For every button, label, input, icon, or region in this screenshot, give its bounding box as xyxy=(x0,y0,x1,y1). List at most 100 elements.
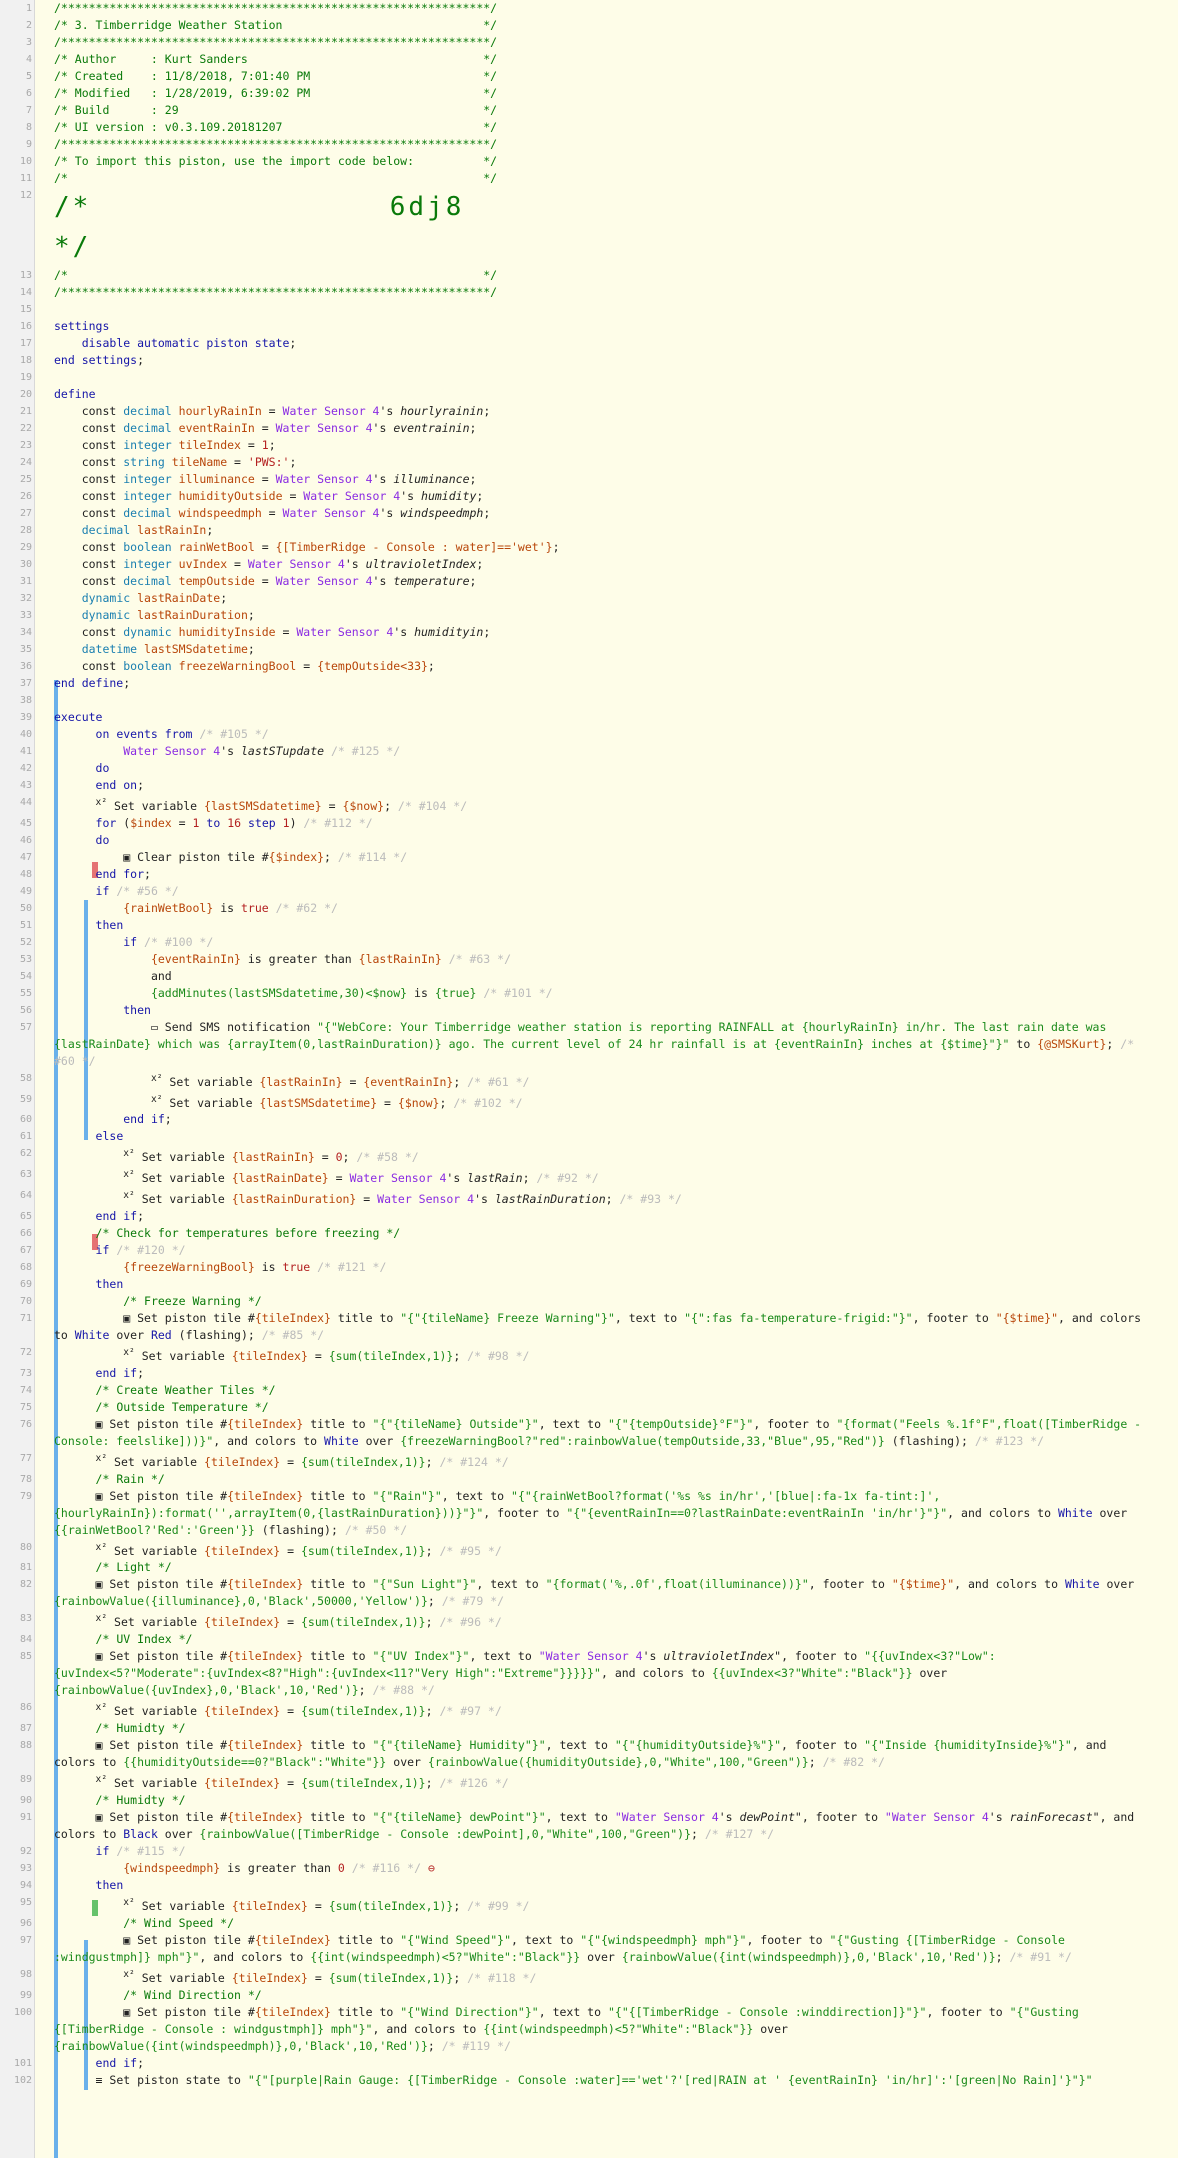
code-text[interactable]: {eventRainIn} is greater than {lastRainI… xyxy=(54,951,1178,968)
code-text[interactable]: x² Set variable {tileIndex} = {sum(tileI… xyxy=(54,1966,1178,1987)
code-text[interactable]: x² Set variable {lastRainDuration} = Wat… xyxy=(54,1187,1178,1208)
code-text[interactable]: decimal lastRainIn; xyxy=(54,522,1178,539)
code-text[interactable]: settings xyxy=(54,318,1178,335)
code-text[interactable]: x² Set variable {tileIndex} = {sum(tileI… xyxy=(54,1894,1178,1915)
code-text[interactable]: /* Check for temperatures before freezin… xyxy=(54,1225,1178,1242)
code-text[interactable]: x² Set variable {lastSMSdatetime} = {$no… xyxy=(54,1091,1178,1112)
code-text[interactable]: /* Freeze Warning */ xyxy=(54,1293,1178,1310)
code-text[interactable]: const decimal windspeedmph = Water Senso… xyxy=(54,505,1178,522)
code-text[interactable]: if /* #56 */ xyxy=(54,883,1178,900)
code-text[interactable]: {rainWetBool} is true /* #62 */ xyxy=(54,900,1178,917)
code-text[interactable]: ▣ Clear piston tile #{$index}; /* #114 *… xyxy=(54,849,1178,866)
code-text[interactable]: ≡ Set piston state to "{"[purple|Rain Ga… xyxy=(54,2072,1178,2089)
code-text[interactable]: /* Outside Temperature */ xyxy=(54,1399,1178,1416)
code-text[interactable]: x² Set variable {lastRainDate} = Water S… xyxy=(54,1166,1178,1187)
code-text[interactable]: end if; xyxy=(54,1208,1178,1225)
code-text[interactable]: x² Set variable {tileIndex} = {sum(tileI… xyxy=(54,1610,1178,1631)
code-text[interactable]: const decimal hourlyRainIn = Water Senso… xyxy=(54,403,1178,420)
code-text[interactable]: const integer illuminance = Water Sensor… xyxy=(54,471,1178,488)
code-text[interactable]: x² Set variable {tileIndex} = {sum(tileI… xyxy=(54,1699,1178,1720)
code-text[interactable]: /* 6dj8 */ xyxy=(54,187,1178,267)
code-text[interactable]: for ($index = 1 to 16 step 1) /* #112 */ xyxy=(54,815,1178,832)
code-text[interactable]: if /* #120 */ xyxy=(54,1242,1178,1259)
code-text[interactable]: /* UI version : v0.3.109.20181207 */ xyxy=(54,119,1178,136)
code-text[interactable] xyxy=(54,369,1178,386)
code-text[interactable]: end on; xyxy=(54,777,1178,794)
code-text[interactable]: x² Set variable {tileIndex} = {sum(tileI… xyxy=(54,1450,1178,1471)
code-text[interactable]: end define; xyxy=(54,675,1178,692)
code-text[interactable]: ▭ Send SMS notification "{"WebCore: Your… xyxy=(54,1019,1178,1070)
code-text[interactable]: if /* #115 */ xyxy=(54,1843,1178,1860)
code-text[interactable]: dynamic lastRainDate; xyxy=(54,590,1178,607)
code-text[interactable]: x² Set variable {lastRainIn} = 0; /* #58… xyxy=(54,1145,1178,1166)
code-text[interactable]: x² Set variable {tileIndex} = {sum(tileI… xyxy=(54,1539,1178,1560)
code-text[interactable]: const boolean rainWetBool = {[TimberRidg… xyxy=(54,539,1178,556)
code-text[interactable]: /***************************************… xyxy=(54,284,1178,301)
code-text[interactable]: ▣ Set piston tile #{tileIndex} title to … xyxy=(54,1488,1178,1539)
code-text[interactable]: const string tileName = 'PWS:'; xyxy=(54,454,1178,471)
code-text[interactable]: /* Rain */ xyxy=(54,1471,1178,1488)
code-text[interactable]: /* */ xyxy=(54,170,1178,187)
code-text[interactable]: ▣ Set piston tile #{tileIndex} title to … xyxy=(54,2004,1178,2055)
code-text[interactable]: x² Set variable {tileIndex} = {sum(tileI… xyxy=(54,1771,1178,1792)
code-text[interactable]: /* Author : Kurt Sanders */ xyxy=(54,51,1178,68)
code-text[interactable]: /* Build : 29 */ xyxy=(54,102,1178,119)
code-text[interactable]: define xyxy=(54,386,1178,403)
code-text[interactable]: /* To import this piston, use the import… xyxy=(54,153,1178,170)
code-text[interactable]: ▣ Set piston tile #{tileIndex} title to … xyxy=(54,1576,1178,1610)
code-text[interactable]: {windspeedmph} is greater than 0 /* #116… xyxy=(54,1860,1178,1877)
code-text[interactable]: /* Modified : 1/28/2019, 6:39:02 PM */ xyxy=(54,85,1178,102)
code-text[interactable]: /* UV Index */ xyxy=(54,1631,1178,1648)
code-text[interactable]: datetime lastSMSdatetime; xyxy=(54,641,1178,658)
code-text[interactable]: /***************************************… xyxy=(54,34,1178,51)
code-text[interactable]: /* Created : 11/8/2018, 7:01:40 PM */ xyxy=(54,68,1178,85)
code-text[interactable]: /***************************************… xyxy=(54,136,1178,153)
code-text[interactable]: ▣ Set piston tile #{tileIndex} title to … xyxy=(54,1310,1178,1344)
code-text[interactable]: /***************************************… xyxy=(54,0,1178,17)
code-text[interactable]: end if; xyxy=(54,1365,1178,1382)
code-text[interactable]: then xyxy=(54,1877,1178,1894)
code-text[interactable]: {freezeWarningBool} is true /* #121 */ xyxy=(54,1259,1178,1276)
code-text[interactable]: execute xyxy=(54,709,1178,726)
code-text[interactable]: on events from /* #105 */ xyxy=(54,726,1178,743)
code-text[interactable]: const dynamic humidityInside = Water Sen… xyxy=(54,624,1178,641)
code-text[interactable]: x² Set variable {tileIndex} = {sum(tileI… xyxy=(54,1344,1178,1365)
code-text[interactable]: const integer tileIndex = 1; xyxy=(54,437,1178,454)
code-text[interactable]: /* Light */ xyxy=(54,1559,1178,1576)
code-text[interactable]: /* */ xyxy=(54,267,1178,284)
code-text[interactable]: end if; xyxy=(54,1111,1178,1128)
code-text[interactable]: end settings; xyxy=(54,352,1178,369)
code-text[interactable]: ▣ Set piston tile #{tileIndex} title to … xyxy=(54,1648,1178,1699)
code-text[interactable]: do xyxy=(54,760,1178,777)
code-text[interactable]: {addMinutes(lastSMSdatetime,30)<$now} is… xyxy=(54,985,1178,1002)
code-text[interactable] xyxy=(54,301,1178,318)
code-text[interactable]: x² Set variable {lastSMSdatetime} = {$no… xyxy=(54,794,1178,815)
code-text[interactable]: end for; xyxy=(54,866,1178,883)
code-text[interactable]: ▣ Set piston tile #{tileIndex} title to … xyxy=(54,1932,1178,1966)
code-text[interactable]: /* Humidty */ xyxy=(54,1720,1178,1737)
code-text[interactable]: const integer uvIndex = Water Sensor 4's… xyxy=(54,556,1178,573)
code-text[interactable]: /* Create Weather Tiles */ xyxy=(54,1382,1178,1399)
code-text[interactable]: end if; xyxy=(54,2055,1178,2072)
code-text[interactable]: and xyxy=(54,968,1178,985)
code-text[interactable]: dynamic lastRainDuration; xyxy=(54,607,1178,624)
code-text[interactable]: ▣ Set piston tile #{tileIndex} title to … xyxy=(54,1416,1178,1450)
code-text[interactable]: /* Humidty */ xyxy=(54,1792,1178,1809)
code-text[interactable]: Water Sensor 4's lastSTupdate /* #125 */ xyxy=(54,743,1178,760)
code-text[interactable]: const boolean freezeWarningBool = {tempO… xyxy=(54,658,1178,675)
code-text[interactable] xyxy=(54,692,1178,709)
code-text[interactable]: then xyxy=(54,1002,1178,1019)
code-text[interactable]: do xyxy=(54,832,1178,849)
code-text[interactable]: const integer humidityOutside = Water Se… xyxy=(54,488,1178,505)
code-text[interactable]: then xyxy=(54,1276,1178,1293)
code-text[interactable]: const decimal eventRainIn = Water Sensor… xyxy=(54,420,1178,437)
code-text[interactable]: /* Wind Speed */ xyxy=(54,1915,1178,1932)
code-text[interactable]: ▣ Set piston tile #{tileIndex} title to … xyxy=(54,1809,1178,1843)
code-text[interactable]: else xyxy=(54,1128,1178,1145)
code-text[interactable]: /* 3. Timberridge Weather Station */ xyxy=(54,17,1178,34)
code-text[interactable]: /* Wind Direction */ xyxy=(54,1987,1178,2004)
code-text[interactable]: disable automatic piston state; xyxy=(54,335,1178,352)
code-text[interactable]: then xyxy=(54,917,1178,934)
code-text[interactable]: const decimal tempOutside = Water Sensor… xyxy=(54,573,1178,590)
code-text[interactable]: if /* #100 */ xyxy=(54,934,1178,951)
